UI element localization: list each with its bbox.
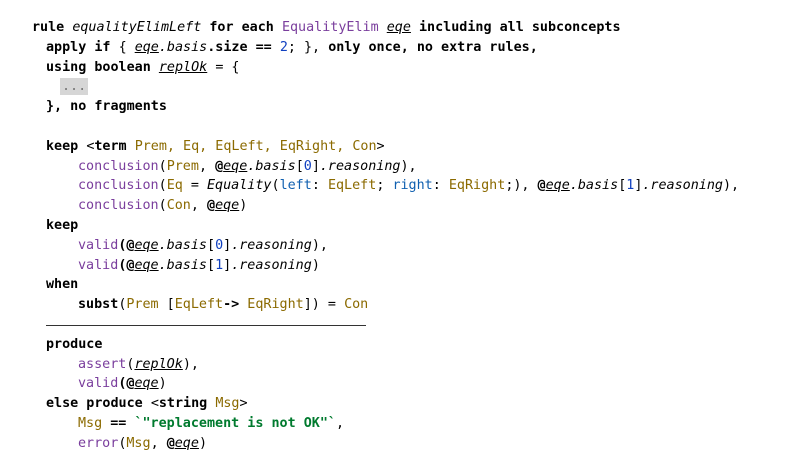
code-line-no-fragments: }, no fragments	[0, 97, 800, 117]
fn-error: error	[78, 435, 119, 451]
code-line-keep: keep	[0, 216, 800, 236]
code-line-valid-2: valid(@eqe.basis[1].reasoning)	[78, 257, 320, 273]
fn-valid: valid	[78, 237, 119, 253]
fn-valid: valid	[78, 257, 119, 273]
keyword-boolean: boolean	[94, 59, 151, 75]
keyword-string: string	[158, 396, 208, 412]
code-line-keep-term: keep <term Prem, Eq, EqLeft, EqRight, Co…	[46, 138, 385, 154]
keyword-when: when	[46, 277, 79, 293]
keyword-else-produce: else produce	[46, 396, 143, 412]
ellipsis-placeholder[interactable]: ...	[60, 78, 89, 96]
code-line-conclusion-3: conclusion(Con, @eqe)	[78, 198, 248, 214]
keyword-including: including all subconcepts	[419, 20, 621, 35]
class-equality: Equality	[207, 178, 272, 194]
var-eqe: eqe	[134, 39, 159, 55]
code-editor[interactable]: rule equalityElimLeft for each EqualityE…	[0, 0, 800, 470]
code-line-conclusion-2: conclusion(Eq = Equality(left: EqLeft; r…	[78, 178, 740, 194]
code-line-rule-header: rule equalityElimLeft for each EqualityE…	[0, 18, 800, 38]
var-eqe: eqe	[545, 178, 570, 194]
var-eqe: eqe	[386, 20, 411, 35]
fn-conclusion: conclusion	[78, 198, 159, 214]
var-eqe: eqe	[134, 237, 159, 253]
fn-conclusion: conclusion	[78, 178, 159, 194]
var-eqe: eqe	[174, 435, 199, 451]
keyword-apply-if: apply if	[46, 39, 111, 55]
code-line-placeholder: ...	[0, 77, 800, 97]
inference-rule-divider	[46, 325, 366, 326]
term-params: Prem, Eq, EqLeft, EqRight, Con	[134, 138, 377, 154]
code-line-subst: subst(Prem [EqLeft-> EqRight]) = Con	[78, 297, 369, 313]
keyword-using: using	[46, 59, 87, 75]
code-line-error: error(Msg, @eqe)	[78, 435, 207, 451]
keyword-subst: subst	[78, 297, 119, 313]
code-line-produce: produce	[0, 335, 800, 355]
code-line-when: when	[0, 275, 800, 295]
rule-name: equalityElimLeft	[72, 20, 202, 35]
concept-ref: EqualityElim	[281, 20, 379, 35]
string-literal: `"replacement is not OK"`	[134, 415, 336, 431]
keyword-for-each: for each	[209, 20, 274, 35]
keyword-no-fragments: }, no fragments	[46, 99, 167, 115]
keyword-produce: produce	[46, 336, 103, 352]
keyword-only-once: only once, no extra rules,	[328, 39, 538, 55]
code-line-valid-3: valid(@eqe)	[78, 376, 167, 392]
code-line-else-produce: else produce <string Msg>	[46, 396, 248, 412]
code-line-conclusion-1: conclusion(Prem, @eqe.basis[0].reasoning…	[78, 158, 417, 174]
code-line-using: using boolean replOk = {	[46, 59, 240, 75]
code-line-assert: assert(replOk),	[78, 356, 199, 372]
var-eqe: eqe	[215, 198, 240, 214]
code-line-msg: Msg == `"replacement is not OK"`,	[78, 415, 345, 431]
fn-assert: assert	[78, 356, 127, 372]
var-eqe: eqe	[134, 376, 159, 392]
keyword-rule: rule	[32, 20, 65, 35]
keyword-term: term	[94, 138, 127, 154]
code-line-apply-if: apply if { eqe.basis.size == 2; }, only …	[46, 39, 538, 55]
var-eqe: eqe	[223, 158, 248, 174]
var-replok: replOk	[134, 356, 183, 372]
var-eqe: eqe	[134, 257, 159, 273]
fn-valid: valid	[78, 376, 119, 392]
keyword-keep: keep	[46, 217, 79, 233]
fn-conclusion: conclusion	[78, 158, 159, 174]
code-line-valid-1: valid(@eqe.basis[0].reasoning),	[78, 237, 328, 253]
var-replok: replOk	[158, 59, 208, 75]
keyword-keep: keep	[46, 138, 79, 154]
